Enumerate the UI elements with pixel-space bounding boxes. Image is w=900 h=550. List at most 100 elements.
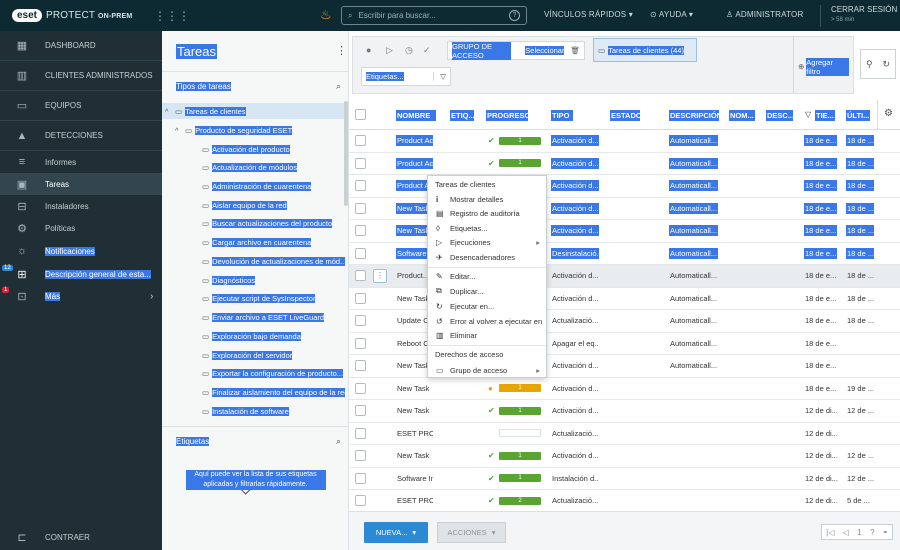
table-row[interactable]: Product Ac... ✔ 1 Activación d... Automatica…	[349, 153, 900, 175]
search-icon[interactable]: ⌕	[336, 81, 341, 92]
column-header[interactable]: PROGRESO	[486, 110, 528, 121]
table-row[interactable]: Software In... ✔ 1 Instalación d... 12 de di…	[349, 468, 900, 490]
task-name[interactable]: New Task	[396, 383, 430, 394]
tree-node-security-product[interactable]: ^ ▭ Producto de seguridad ESET	[175, 122, 293, 138]
row-checkbox[interactable]	[355, 405, 366, 417]
column-settings-gear-icon[interactable]: ⚙	[884, 108, 893, 119]
row-checkbox[interactable]	[355, 360, 366, 372]
row-menu-button[interactable]: ⋮	[373, 268, 387, 283]
row-checkbox[interactable]	[355, 292, 366, 304]
row-checkbox[interactable]	[355, 450, 366, 462]
tree-node-task-type[interactable]: ▭ Devolución de actualizaciones de mód...	[202, 253, 345, 269]
logout-button[interactable]: CERRAR SESIÓN > 58 min	[820, 5, 897, 27]
apps-grid-icon[interactable]: ⋮⋮⋮	[154, 9, 190, 23]
notification-bell-icon[interactable]: ♨	[320, 7, 332, 23]
tree-node-task-type[interactable]: ▭ Ejecutar script de SysInspector	[202, 290, 316, 306]
access-group-filter[interactable]: GRUPO DE ACCESO Seleccionar 🗑	[447, 41, 585, 60]
table-row[interactable]: ESET PROTE... Actualizació... 12 de di...	[349, 423, 900, 445]
first-page-icon[interactable]: |◁	[826, 528, 834, 537]
sidebar-item-detections[interactable]: ▲ DETECCIONES	[0, 121, 162, 151]
task-name[interactable]: New Task	[396, 405, 430, 416]
menu-item-triggers[interactable]: ✈ Desencadenadores	[428, 250, 546, 264]
tree-node-task-type[interactable]: ▭ Exploración del servidor	[202, 347, 293, 363]
task-name[interactable]: New Task	[396, 202, 431, 214]
user-menu[interactable]: ♙ ADMINISTRATOR	[726, 10, 803, 19]
tree-node-task-type[interactable]: ▭ Instalación de software	[202, 403, 289, 419]
tree-scrollbar[interactable]	[344, 101, 348, 206]
menu-item-access-group[interactable]: ▭ Grupo de acceso ▸	[428, 363, 546, 377]
column-header[interactable]: TIE...	[815, 110, 835, 121]
play-icon[interactable]: ▷	[386, 45, 393, 56]
add-filter-button[interactable]: ⊕ Agregar filtro	[794, 57, 853, 76]
refresh-icon[interactable]: ↻	[882, 59, 890, 70]
menu-item-audit-log[interactable]: ▤ Registro de auditoría	[428, 206, 546, 220]
menu-item-executions[interactable]: ▷ Ejecuciones ▸	[428, 235, 546, 249]
table-row[interactable]: ESET PROTE... ✔ 2 Actualizació... 12 de di..…	[349, 490, 900, 513]
column-header[interactable]: TIPO	[551, 110, 573, 121]
table-row[interactable]: New Task ✔ 1 Activación d... 12 de di... 12 d…	[349, 445, 900, 468]
menu-item-run-on[interactable]: ↻ Ejecutar en...	[428, 299, 546, 313]
row-checkbox[interactable]	[355, 135, 366, 147]
tree-node-task-type[interactable]: ▭ Cargar archivo en cuarentena	[202, 234, 312, 250]
column-header[interactable]: NOM...	[729, 110, 755, 121]
menu-item-delete[interactable]: ▥ Eliminar	[428, 328, 546, 342]
task-name[interactable]: ESET PROTE...	[396, 428, 433, 439]
row-checkbox[interactable]	[355, 180, 366, 192]
task-name[interactable]: New Task	[396, 293, 430, 304]
tree-node-client-tasks[interactable]: ^ ▭ Tareas de clientes	[162, 103, 345, 119]
menu-item-tags[interactable]: ◊ Etiquetas...	[428, 221, 546, 235]
table-row[interactable]: New Task ● 1 Activación d... 18 de e... 19 de…	[349, 378, 900, 400]
task-name[interactable]: Product Ac...	[396, 135, 433, 147]
row-checkbox[interactable]	[355, 315, 366, 327]
sidebar-item-computers[interactable]: ▭ EQUIPOS	[0, 91, 162, 121]
column-header[interactable]: DESC...	[766, 110, 793, 121]
sidebar-item-more[interactable]: 1 ⊡ Más ›	[0, 285, 162, 307]
collapse-icon[interactable]: ◓	[883, 528, 888, 537]
clock-icon[interactable]: ◷	[405, 45, 413, 56]
help-circle-icon[interactable]: ?	[509, 10, 520, 21]
previous-page-icon[interactable]: ◁	[843, 528, 849, 537]
column-header[interactable]: ÚLTI...	[846, 110, 870, 121]
sidebar-item-tasks[interactable]: ▣ Tareas	[0, 173, 162, 195]
tree-node-task-type[interactable]: ▭ Activación del producto	[202, 141, 290, 157]
tree-node-task-type[interactable]: ▭ Finalizar aislamiento del equipo de la …	[202, 384, 345, 400]
actions-button[interactable]: ACCIONES ▾	[437, 522, 506, 543]
sidebar-item-overview[interactable]: 12 ⊞ Descripción general de esta...	[0, 263, 162, 285]
task-name[interactable]: New Task	[396, 450, 430, 461]
row-checkbox[interactable]	[355, 427, 366, 439]
tree-node-task-type[interactable]: ▭ Buscar actualizaciones del producto	[202, 215, 333, 231]
sidebar-item-clients[interactable]: ▥ CLIENTES ADMINISTRADOS	[0, 61, 162, 91]
menu-item-show-details[interactable]: i Mostrar detalles	[428, 192, 546, 206]
stop-icon[interactable]: ●	[366, 45, 371, 55]
menu-item-rerun-failed[interactable]: ↺ Error al volver a ejecutar en	[428, 314, 546, 328]
row-checkbox[interactable]	[355, 247, 366, 259]
task-name[interactable]: Product Ac...	[396, 157, 433, 169]
sidebar-item-installers[interactable]: ⊟ Instaladores	[0, 195, 162, 217]
table-row[interactable]: Product Ac... ✔ 1 Activación d... Automatica…	[349, 130, 900, 153]
client-tasks-chip[interactable]: ▭ Tareas de clientes (44)	[593, 38, 697, 62]
tree-node-task-type[interactable]: ▭ Administración de cuarentena	[202, 178, 312, 194]
row-checkbox[interactable]	[355, 202, 366, 214]
new-task-button[interactable]: NUEVA... ▾	[364, 522, 428, 543]
task-name[interactable]: Software In...	[396, 473, 433, 484]
column-header[interactable]: ESTADO	[610, 110, 640, 121]
sidebar-item-reports[interactable]: ≡ Informes	[0, 151, 162, 173]
row-checkbox[interactable]	[355, 337, 366, 349]
sidebar-item-policies[interactable]: ⚙ Políticas	[0, 217, 162, 239]
tree-node-task-type[interactable]: ▭ Aislar equipo de la red	[202, 197, 287, 213]
sidebar-item-dashboard[interactable]: ▦ DASHBOARD	[0, 31, 162, 61]
sidebar-item-notifications[interactable]: ☼ Notificaciones	[0, 240, 162, 262]
row-checkbox[interactable]	[355, 225, 366, 237]
menu-item-duplicate[interactable]: ⧉ Duplicar...	[428, 284, 546, 298]
search-icon[interactable]: ⌕	[336, 436, 341, 447]
select-all-checkbox[interactable]	[355, 109, 366, 120]
more-options-icon[interactable]: ⋮	[336, 44, 347, 57]
tree-node-task-type[interactable]: ▭ Enviar archivo a ESET LiveGuard	[202, 309, 325, 325]
column-header[interactable]: DESCRIPCIÓN	[669, 110, 719, 121]
tree-node-task-type[interactable]: ▭ Exportar la configuración de producto..…	[202, 365, 344, 381]
task-name[interactable]: Product...	[396, 270, 430, 281]
help-icon[interactable]: ?	[870, 528, 874, 537]
trash-icon[interactable]: 🗑	[570, 46, 580, 55]
tree-node-task-type[interactable]: ▭ Actualización de módulos	[202, 159, 298, 175]
tree-node-task-type[interactable]: ▭ Exploración bajo demanda	[202, 328, 301, 344]
